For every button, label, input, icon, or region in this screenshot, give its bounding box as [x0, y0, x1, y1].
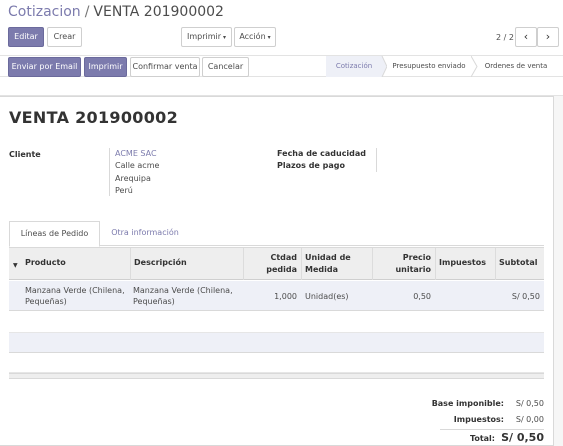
customer-label: Cliente — [9, 150, 41, 159]
column-header-subtotal[interactable]: Subtotal — [495, 248, 544, 280]
untaxed-amount-value: S/ 0,50 — [515, 399, 544, 408]
action-dropdown-button[interactable]: Acción ▾ — [234, 27, 276, 47]
cell-unit-price: 0,50 — [413, 292, 431, 301]
grid-header: ▼ Producto Descripción Ctdad pedida Unid… — [9, 247, 544, 280]
action-dropdown-label: Acción — [239, 32, 266, 41]
caret-down-icon: ▾ — [267, 34, 271, 41]
pager-next-button[interactable]: › — [537, 27, 559, 47]
record-title: VENTA 201900002 — [9, 108, 179, 127]
customer-link[interactable]: ACME SAC — [115, 149, 157, 158]
chevron-right-icon: › — [545, 30, 551, 43]
field-divider — [376, 148, 377, 172]
empty-row — [9, 333, 544, 353]
cancel-button[interactable]: Cancelar — [202, 57, 249, 77]
pager-previous-button[interactable]: ‹ — [515, 27, 537, 47]
pager-value: 2 / 2 — [496, 33, 514, 42]
empty-row — [9, 353, 544, 373]
stage-sales-order[interactable]: Ordenes de venta — [480, 56, 552, 77]
expiry-date-label: Fecha de caducidad — [277, 149, 367, 158]
cell-product: Manzana Verde (Chilena, Pequeñas) — [25, 286, 125, 306]
untaxed-amount-label: Base imponible: — [431, 399, 504, 408]
print-dropdown-button[interactable]: Imprimir ▾ — [181, 27, 232, 47]
send-email-button[interactable]: Enviar por Email — [8, 57, 81, 77]
total-amount-value: S/ 0,50 — [501, 431, 544, 444]
customer-address-city: Arequipa — [115, 174, 151, 183]
tab-other-info[interactable]: Otra información — [103, 221, 187, 247]
column-header-unit-price[interactable]: Precio unitario — [372, 248, 435, 280]
column-header-description[interactable]: Descripción — [130, 248, 243, 280]
breadcrumb-current: VENTA 201900002 — [93, 4, 224, 20]
column-header-product[interactable]: Producto — [22, 248, 130, 280]
edit-button[interactable]: Editar — [8, 27, 44, 47]
column-header-uom[interactable]: Unidad de Medida — [301, 248, 372, 280]
notebook-tabs: Líneas de Pedido Otra información — [9, 221, 544, 247]
sort-down-icon[interactable]: ▼ — [13, 262, 18, 269]
table-row[interactable]: Manzana Verde (Chilena, Pequeñas) Manzan… — [9, 281, 544, 311]
customer-address-street: Calle acme — [115, 161, 160, 170]
cell-description: Manzana Verde (Chilena, Pequeñas) — [133, 286, 233, 306]
create-button[interactable]: Crear — [47, 27, 82, 47]
control-panel: Cotizacion / VENTA 201900002 Editar Crear … — [0, 0, 563, 96]
totals-divider — [440, 429, 544, 430]
print-quote-button[interactable]: Imprimir — [84, 57, 127, 77]
print-dropdown-label: Imprimir — [186, 32, 222, 41]
tab-order-lines[interactable]: Líneas de Pedido — [9, 221, 100, 247]
caret-down-icon: ▾ — [223, 34, 227, 41]
form-statusbar: Enviar por Email Imprimir Confirmar vent… — [0, 55, 563, 77]
total-amount-label: Total: — [469, 434, 495, 443]
totals-panel: Base imponible: S/ 0,50 Impuestos: S/ 0,… — [410, 393, 544, 446]
stage-quote-sent[interactable]: Presupuesto enviado — [386, 56, 472, 77]
column-header-quantity[interactable]: Ctdad pedida — [243, 248, 301, 280]
empty-row — [9, 312, 544, 333]
breadcrumb-separator: / — [84, 4, 90, 20]
cell-quantity: 1,000 — [274, 292, 297, 301]
stage-quotation[interactable]: Cotización — [326, 56, 382, 77]
taxes-amount-value: S/ 0,00 — [515, 415, 544, 424]
taxes-amount-label: Impuestos: — [453, 415, 504, 424]
cell-subtotal: S/ 0,50 — [511, 292, 540, 301]
field-divider — [109, 148, 110, 196]
customer-address-country: Perú — [115, 186, 133, 195]
form-sheet: VENTA 201900002 Cliente ACME SAC Calle a… — [0, 96, 554, 446]
grid-footer — [9, 373, 544, 379]
breadcrumb: Cotizacion / VENTA 201900002 — [8, 4, 224, 20]
column-header-taxes[interactable]: Impuestos — [435, 248, 495, 280]
breadcrumb-parent-link[interactable]: Cotizacion — [8, 4, 81, 20]
cell-uom: Unidad(es) — [305, 292, 349, 301]
chevron-left-icon: ‹ — [523, 30, 529, 43]
payment-terms-label: Plazos de pago — [277, 161, 345, 170]
confirm-sale-button[interactable]: Confirmar venta — [130, 57, 200, 77]
